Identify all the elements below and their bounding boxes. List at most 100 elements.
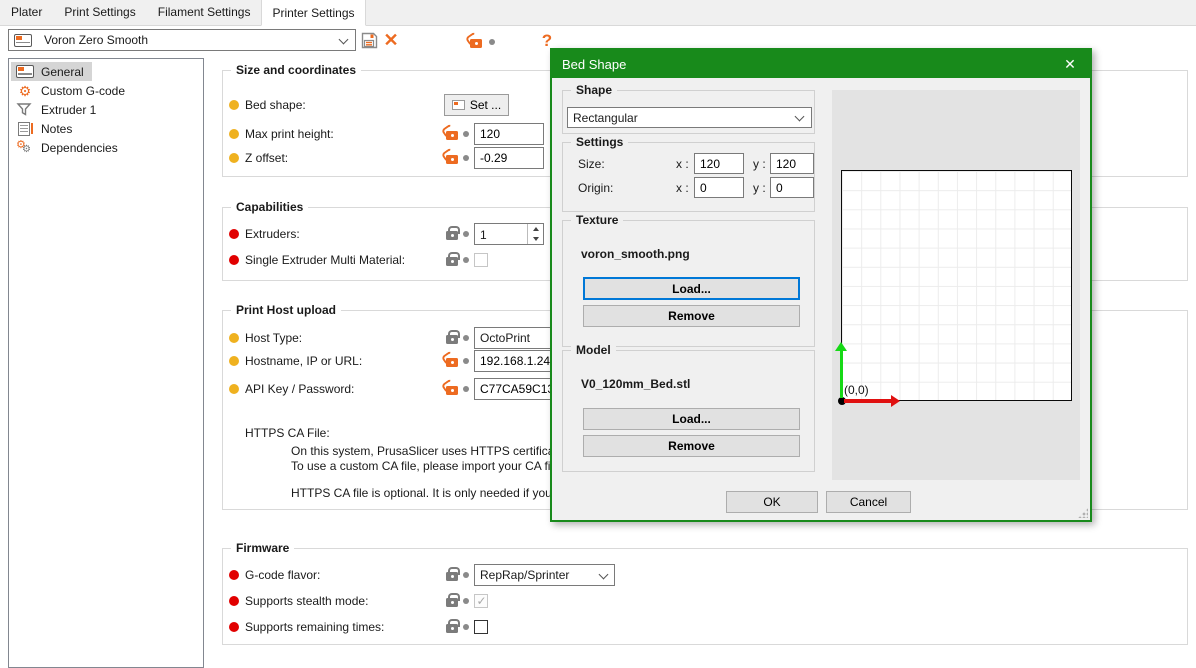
origin-y-input[interactable] (770, 177, 814, 198)
texture-group: Texture voron_smooth.png Load... Remove (562, 220, 815, 347)
model-filename: V0_120mm_Bed.stl (581, 377, 690, 391)
bed-shape-set-button[interactable]: Set ... (444, 94, 509, 116)
model-group: Model V0_120mm_Bed.stl Load... Remove (562, 350, 815, 472)
extruders-spinner[interactable]: 1 (474, 223, 544, 245)
lock-icon[interactable] (446, 257, 458, 266)
mode-bullet-advanced (229, 153, 239, 163)
dialog-titlebar[interactable]: Bed Shape (552, 50, 1090, 78)
remaining-times-label: Supports remaining times: (245, 620, 384, 634)
lock-icon[interactable] (446, 231, 458, 240)
spin-up-icon[interactable] (528, 224, 543, 234)
stealth-mode-checkbox[interactable] (474, 594, 488, 608)
sidebar-item-label: Extruder 1 (41, 103, 96, 117)
shape-value: Rectangular (573, 111, 638, 125)
sidebar-item-label: Dependencies (41, 141, 118, 155)
y-label: y : (753, 181, 766, 195)
resize-grip[interactable] (1078, 508, 1088, 518)
size-y-input[interactable] (770, 153, 814, 174)
group-firmware: Firmware G-code flavor: RepRap/Sprinter … (222, 548, 1188, 645)
dot-icon (489, 39, 495, 45)
cancel-button[interactable]: Cancel (826, 491, 911, 513)
model-load-button[interactable]: Load... (583, 408, 800, 430)
origin-coordinates-label: (0,0) (844, 383, 869, 397)
texture-remove-button[interactable]: Remove (583, 305, 800, 327)
gear-icon: ⚙ (16, 84, 34, 98)
sidebar-item-extruder-1[interactable]: Extruder 1 (11, 100, 104, 119)
host-type-value: OctoPrint (480, 331, 530, 345)
lock-icon[interactable] (446, 624, 458, 633)
dot-icon (463, 572, 469, 578)
lock-icon[interactable] (446, 572, 458, 581)
sidebar-item-general[interactable]: General (11, 62, 92, 81)
dot-icon (463, 155, 469, 161)
z-offset-input[interactable] (474, 147, 544, 169)
question-icon: ? (542, 32, 552, 49)
ok-button[interactable]: OK (726, 491, 818, 513)
dot-icon (463, 386, 469, 392)
y-label: y : (753, 157, 766, 171)
api-key-label: API Key / Password: (245, 382, 354, 396)
texture-filename: voron_smooth.png (581, 247, 690, 261)
setting-row-stealth-mode: Supports stealth mode: (223, 590, 1187, 612)
size-x-input[interactable] (694, 153, 744, 174)
texture-load-button[interactable]: Load... (583, 277, 800, 300)
dot-icon (463, 335, 469, 341)
sidebar-item-label: General (41, 65, 84, 79)
dialog-close-button[interactable]: ✕ (1050, 50, 1090, 78)
group-title: Print Host upload (231, 303, 341, 317)
group-title: Capabilities (231, 200, 308, 214)
dot-icon (463, 231, 469, 237)
max-print-height-input[interactable] (474, 123, 544, 145)
lock-icon[interactable] (446, 598, 458, 607)
semm-checkbox[interactable] (474, 253, 488, 267)
printer-preset-icon (14, 34, 32, 47)
settings-group: Settings Size: x : y : Origin: x : y : (562, 142, 815, 212)
size-label: Size: (578, 157, 605, 171)
dot-icon (463, 358, 469, 364)
sidebar-item-dependencies[interactable]: ⚙⚙ Dependencies (11, 138, 126, 157)
delete-preset-button[interactable]: ✕ (380, 28, 402, 52)
x-label: x : (676, 181, 689, 195)
close-icon: ✕ (1064, 56, 1076, 73)
dot-icon (463, 624, 469, 630)
sidebar-item-label: Custom G-code (41, 84, 125, 98)
max-print-height-label: Max print height: (245, 127, 334, 141)
chevron-down-icon (795, 112, 805, 122)
dot-icon (463, 257, 469, 263)
mode-bullet-expert (229, 570, 239, 580)
bed-shape-dialog: Bed Shape ✕ Shape Rectangular Settings S… (550, 48, 1092, 522)
delete-icon: ✕ (383, 31, 398, 49)
unlock-icon[interactable] (446, 155, 458, 164)
stealth-mode-label: Supports stealth mode: (245, 594, 368, 608)
lock-icon[interactable] (446, 335, 458, 344)
gcode-flavor-select[interactable]: RepRap/Sprinter (474, 564, 615, 586)
dot-icon (463, 598, 469, 604)
origin-x-input[interactable] (694, 177, 744, 198)
sidebar-item-notes[interactable]: Notes (11, 119, 80, 138)
tab-plater[interactable]: Plater (0, 0, 53, 25)
printer-preset-combobox[interactable]: Voron Zero Smooth (8, 29, 356, 51)
model-remove-button[interactable]: Remove (583, 435, 800, 457)
extruder-icon (16, 102, 34, 117)
x-label: x : (676, 157, 689, 171)
chevron-down-icon (599, 570, 609, 580)
gcode-flavor-value: RepRap/Sprinter (480, 568, 569, 582)
unlock-icon[interactable] (446, 386, 458, 395)
sidebar-item-custom-gcode[interactable]: ⚙ Custom G-code (11, 81, 133, 100)
remaining-times-checkbox[interactable] (474, 620, 488, 634)
tab-print-settings[interactable]: Print Settings (53, 0, 146, 25)
chevron-down-icon (339, 35, 349, 45)
unlock-icon[interactable] (446, 131, 458, 140)
spin-down-icon[interactable] (528, 234, 543, 244)
spinner-buttons[interactable] (527, 224, 543, 244)
group-title: Shape (571, 83, 617, 97)
save-preset-button[interactable] (358, 28, 380, 52)
group-title: Firmware (231, 541, 294, 555)
group-title: Texture (571, 213, 623, 227)
tab-filament-settings[interactable]: Filament Settings (147, 0, 262, 25)
tab-printer-settings[interactable]: Printer Settings (261, 0, 365, 26)
group-title: Settings (571, 135, 628, 149)
shape-select[interactable]: Rectangular (567, 107, 812, 128)
unlock-icon[interactable] (446, 358, 458, 367)
unlock-icon[interactable] (470, 39, 482, 48)
